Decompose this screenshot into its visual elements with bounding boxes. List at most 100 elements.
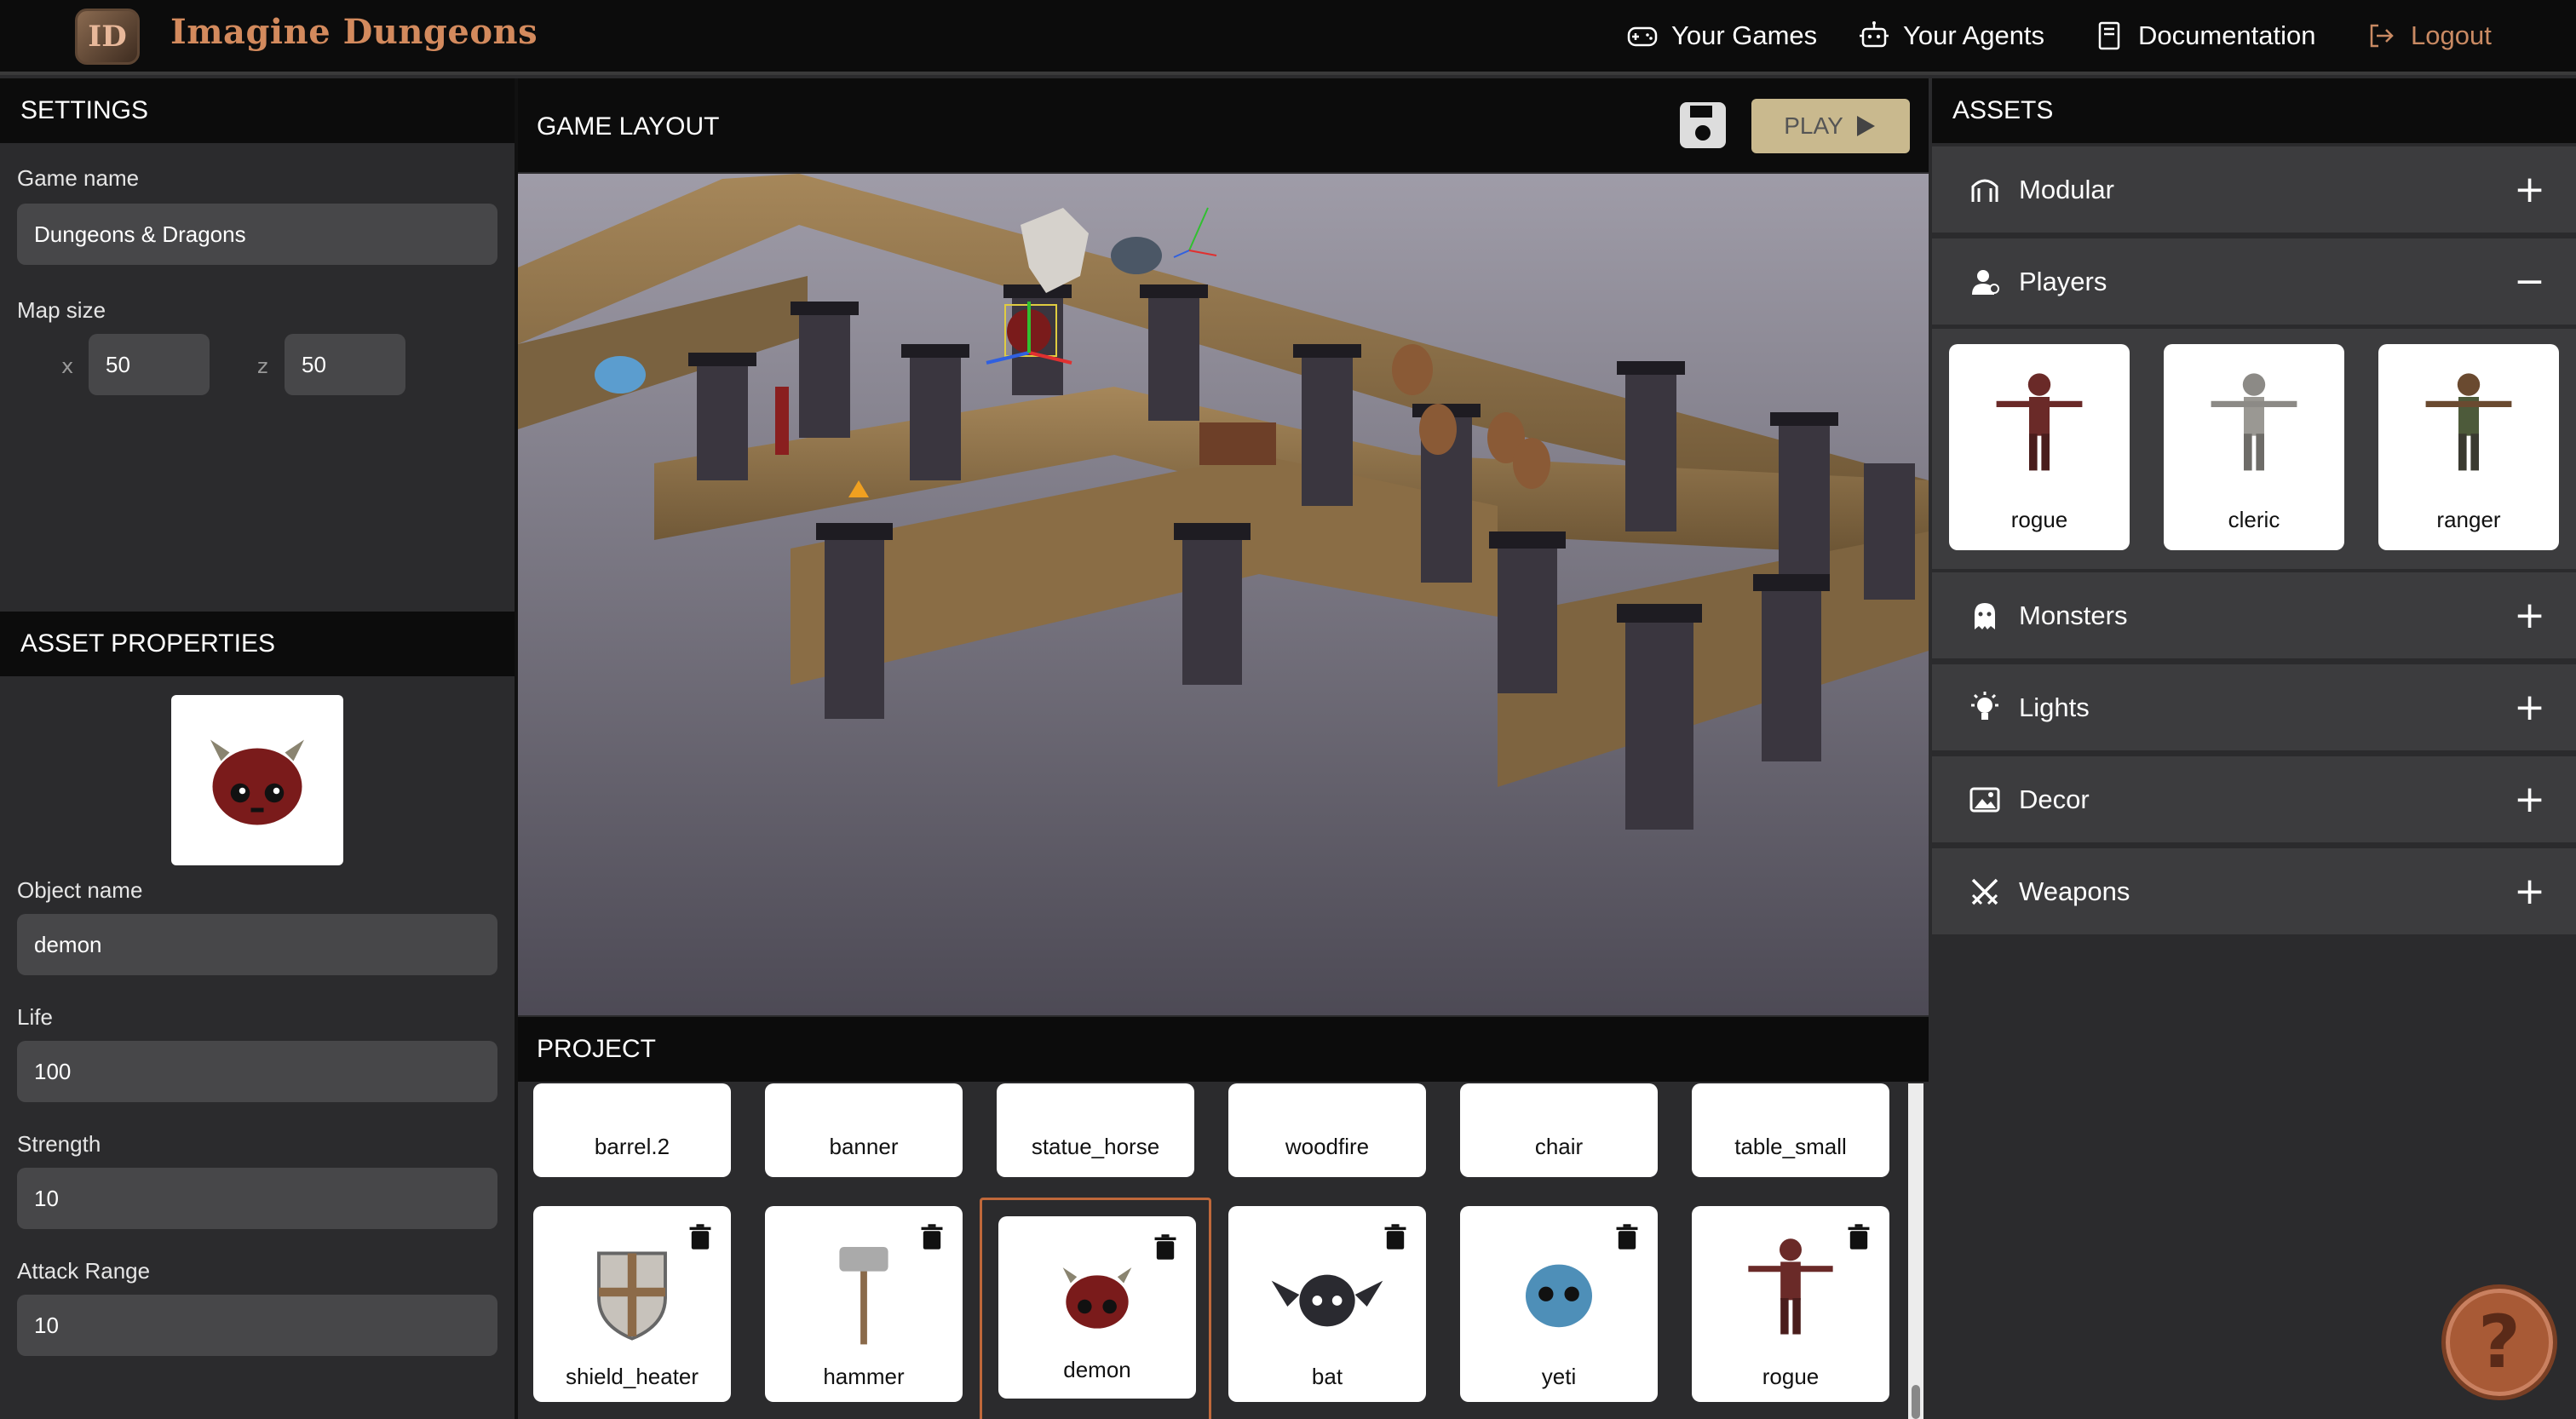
delete-asset-button[interactable] (675, 1211, 726, 1262)
yeti-icon (1526, 1264, 1592, 1328)
asset-label: banner (829, 1134, 899, 1159)
category-label: Monsters (2019, 600, 2128, 630)
shield-icon (597, 1251, 667, 1341)
player-label: ranger (2436, 507, 2501, 532)
asset-label: shield_heater (565, 1364, 699, 1389)
expand-icon[interactable]: + (2514, 688, 2545, 727)
modular-icon (1971, 179, 1998, 202)
expand-icon[interactable]: + (2514, 780, 2545, 819)
attack-range-input[interactable]: 10 (17, 1295, 497, 1356)
nav-label: Your Games (1671, 20, 1818, 50)
asset-label: woodfire (1285, 1134, 1370, 1159)
project-asset-card[interactable]: bat (1228, 1206, 1426, 1402)
object-name-label: Object name (17, 877, 143, 903)
player-card-cleric[interactable]: cleric (2164, 344, 2344, 550)
category-label: Modular (2019, 174, 2114, 204)
asset-label: statue_horse (1031, 1134, 1160, 1159)
project-scrollbar[interactable] (1908, 1083, 1923, 1419)
expand-icon[interactable]: + (2514, 170, 2545, 209)
collapse-icon[interactable]: − (2514, 262, 2545, 301)
ranger-icon (2425, 373, 2512, 471)
help-icon: ? (2478, 1300, 2521, 1385)
assets-header: ASSETS (1932, 78, 2576, 143)
trash-icon (1616, 1224, 1638, 1250)
demon-thumbnail-icon (210, 739, 304, 825)
save-button[interactable] (1678, 101, 1728, 150)
help-button[interactable]: ? (2441, 1284, 2557, 1400)
category-weapons[interactable]: Weapons + (1932, 848, 2576, 937)
project-asset-card[interactable]: hammer (765, 1206, 963, 1402)
nav-documentation[interactable]: Documentation (2092, 19, 2316, 53)
players-gallery: rogue cleric ranger (1932, 329, 2576, 569)
lightbulb-icon (1971, 691, 1998, 720)
player-label: cleric (2228, 507, 2280, 532)
project-asset-card[interactable]: table_small (1692, 1083, 1889, 1177)
app-logo-text[interactable]: Imagine Dungeons (170, 12, 538, 52)
delete-asset-button[interactable] (1370, 1211, 1421, 1262)
demon-icon (1062, 1267, 1132, 1329)
map-size-label: Map size (17, 297, 106, 323)
project-asset-card[interactable]: banner (765, 1083, 963, 1177)
strength-input[interactable]: 10 (17, 1168, 497, 1229)
player-label: rogue (2010, 507, 2068, 532)
robot-icon (1860, 21, 1889, 48)
app-logo-icon[interactable]: ID (75, 9, 140, 65)
category-label: Weapons (2019, 876, 2130, 906)
project-asset-card[interactable]: chair (1460, 1083, 1658, 1177)
project-asset-card[interactable]: shield_heater (533, 1206, 731, 1402)
object-name-input[interactable]: demon (17, 914, 497, 975)
nav-your-games[interactable]: Your Games (1625, 19, 1817, 53)
game-layout-title: GAME LAYOUT (537, 112, 720, 141)
map-x-label: x (61, 354, 74, 378)
bat-icon (1271, 1274, 1383, 1327)
play-button[interactable]: PLAY (1751, 99, 1910, 153)
top-navbar: ID Imagine Dungeons Your Games Your Agen… (0, 0, 2576, 75)
project-asset-card[interactable]: rogue (1692, 1206, 1889, 1402)
game-3d-viewport[interactable] (518, 174, 1929, 1015)
category-decor[interactable]: Decor + (1932, 756, 2576, 845)
asset-label: barrel.2 (594, 1134, 670, 1159)
player-card-ranger[interactable]: ranger (2378, 344, 2559, 550)
delete-asset-button[interactable] (906, 1211, 957, 1262)
cleric-icon (2211, 373, 2297, 471)
image-icon (1969, 787, 2000, 812)
project-asset-card[interactable]: woodfire (1228, 1083, 1426, 1177)
life-input[interactable]: 100 (17, 1041, 497, 1102)
left-panel: SETTINGS Game name Dungeons & Dragons Ma… (0, 78, 515, 1419)
category-label: Players (2019, 266, 2107, 296)
map-x-input[interactable]: 50 (89, 334, 210, 395)
center-panel: GAME LAYOUT PLAY PROJECT barrel.2 banner… (518, 78, 1929, 1419)
asset-label: bat (1311, 1364, 1343, 1389)
player-card-rogue[interactable]: rogue (1949, 344, 2130, 550)
category-monsters[interactable]: Monsters + (1932, 572, 2576, 661)
game-name-input[interactable]: Dungeons & Dragons (17, 204, 497, 265)
project-asset-card[interactable]: barrel.2 (533, 1083, 731, 1177)
settings-header: SETTINGS (0, 78, 515, 143)
expand-icon[interactable]: + (2514, 596, 2545, 635)
delete-asset-button[interactable] (1833, 1211, 1884, 1262)
category-modular[interactable]: Modular + (1932, 146, 2576, 235)
asset-label: rogue (1762, 1364, 1820, 1389)
expand-icon[interactable]: + (2514, 872, 2545, 911)
attack-range-label: Attack Range (17, 1258, 151, 1284)
nav-logout[interactable]: Logout (2365, 19, 2492, 53)
game-layout-header: GAME LAYOUT PLAY (518, 78, 1929, 172)
category-players[interactable]: Players − (1932, 238, 2576, 327)
asset-label: chair (1534, 1134, 1584, 1159)
project-asset-card[interactable]: statue_horse (997, 1083, 1194, 1177)
rogue-icon (1748, 1238, 1833, 1335)
map-z-input[interactable]: 50 (285, 334, 405, 395)
nav-your-agents[interactable]: Your Agents (1857, 19, 2044, 53)
nav-label: Logout (2411, 20, 2492, 50)
delete-asset-button[interactable] (1140, 1221, 1191, 1273)
asset-label: table_small (1734, 1134, 1847, 1159)
crossed-swords-icon (1971, 878, 1998, 905)
project-asset-card[interactable]: yeti (1460, 1206, 1658, 1402)
category-lights[interactable]: Lights + (1932, 664, 2576, 753)
project-asset-card-selected[interactable]: demon (998, 1216, 1196, 1399)
strength-label: Strength (17, 1131, 101, 1157)
delete-asset-button[interactable] (1601, 1211, 1653, 1262)
scrollbar-thumb[interactable] (1912, 1385, 1920, 1419)
trash-icon (921, 1224, 943, 1250)
category-label: Lights (2019, 692, 2090, 722)
